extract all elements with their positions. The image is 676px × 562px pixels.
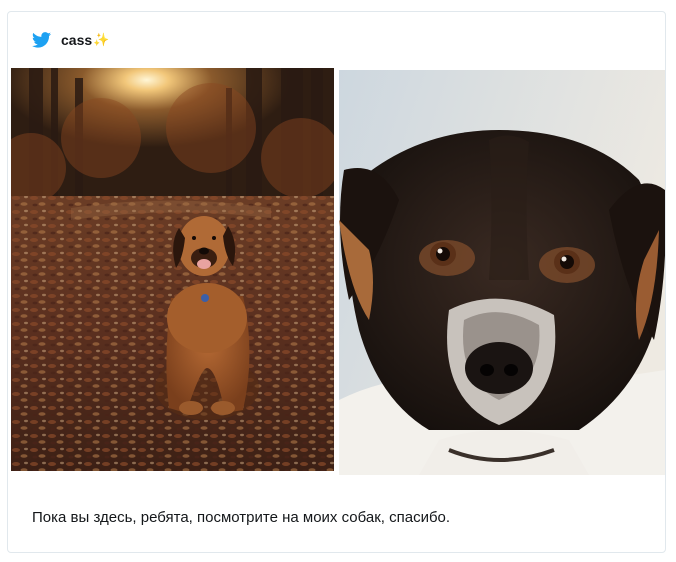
dog-closeup-scene: [339, 70, 665, 475]
sparkles-emoji: ✨: [93, 32, 110, 47]
username[interactable]: cass: [61, 32, 92, 48]
tweet-header: cass ✨: [32, 31, 109, 49]
dog-face-closeup-photo[interactable]: [339, 70, 665, 475]
tweet-text: Пока вы здесь, ребята, посмотрите на мои…: [32, 509, 451, 526]
twitter-bird-icon: [32, 32, 51, 48]
forest-scene: [11, 68, 334, 471]
tweet-card: cass ✨ Пока вы здесь, ребята, посмотрите…: [7, 11, 666, 553]
dog-in-autumn-forest-photo[interactable]: [11, 68, 334, 471]
